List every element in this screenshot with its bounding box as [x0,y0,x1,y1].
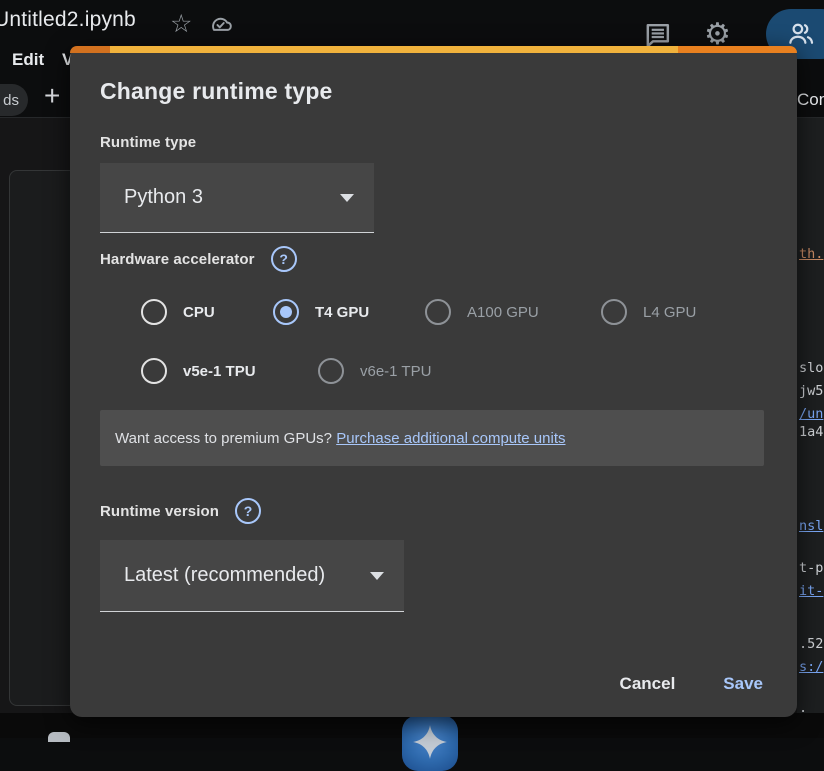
change-runtime-dialog: Change runtime type Runtime type Python … [70,46,797,717]
code-fragment: 1a4 [799,424,823,440]
radio-v6e1-tpu[interactable]: v6e-1 TPU [318,358,431,384]
star-icon[interactable]: ☆ [170,9,192,39]
code-fragment: .52 [799,636,823,652]
radio-button-icon [141,358,167,384]
runtime-version-label: Runtime version [100,503,219,520]
cancel-button[interactable]: Cancel [620,674,676,694]
runtime-version-value: Latest (recommended) [100,564,325,587]
add-cell-button[interactable]: + [44,80,60,112]
code-link-fragment[interactable]: it- [799,583,823,599]
help-icon[interactable]: ? [271,246,297,272]
connect-button-partial[interactable]: Con [797,90,824,110]
runtime-type-select[interactable]: Python 3 [100,163,374,233]
dialog-title: Change runtime type [100,78,333,105]
runtime-version-select[interactable]: Latest (recommended) [100,540,404,612]
code-fragment: jw5 [799,383,823,399]
spark-icon [411,723,449,761]
chevron-down-icon [370,572,384,580]
hardware-accelerator-label: Hardware accelerator [100,251,255,268]
code-link-fragment[interactable]: /un [799,406,823,422]
radio-v5e1-tpu[interactable]: v5e-1 TPU [141,358,256,384]
premium-gpu-banner: Want access to premium GPUs? Purchase ad… [100,410,764,466]
radio-button-icon [601,299,627,325]
radio-button-icon [141,299,167,325]
code-link-fragment[interactable]: nsl [799,518,823,534]
radio-l4-gpu[interactable]: L4 GPU [601,299,696,325]
radio-cpu[interactable]: CPU [141,299,215,325]
help-icon[interactable]: ? [235,498,261,524]
runtime-type-value: Python 3 [100,186,203,209]
cell-toolbar-handle[interactable] [48,732,70,742]
banner-text: Want access to premium GPUs? [115,430,336,447]
runtime-type-label: Runtime type [100,134,196,151]
code-link-fragment[interactable]: s:/ [799,659,823,675]
save-button[interactable]: Save [723,674,763,694]
code-fragment: . [799,700,807,713]
code-link-fragment[interactable]: th. [799,246,823,262]
cloud-saved-icon[interactable] [204,12,237,44]
radio-button-icon [318,358,344,384]
radio-button-icon [273,299,299,325]
code-fragment: t-p [799,560,823,576]
progress-bar [70,46,797,53]
commands-pill-partial[interactable]: ds [0,84,28,116]
gemini-spark-button[interactable] [402,715,458,771]
chevron-down-icon [340,194,354,202]
notebook-filename[interactable]: Untitled2.ipynb [0,8,136,32]
code-strip: th. slo jw5/un 1a4 nsl t-p it- .52 s:/. [797,118,824,713]
radio-t4-gpu[interactable]: T4 GPU [273,299,369,325]
menu-edit[interactable]: Edit [12,50,44,70]
people-icon [784,19,818,49]
radio-a100-gpu[interactable]: A100 GPU [425,299,539,325]
code-fragment: slo [799,360,823,376]
radio-button-icon [425,299,451,325]
purchase-compute-units-link[interactable]: Purchase additional compute units [336,430,565,447]
